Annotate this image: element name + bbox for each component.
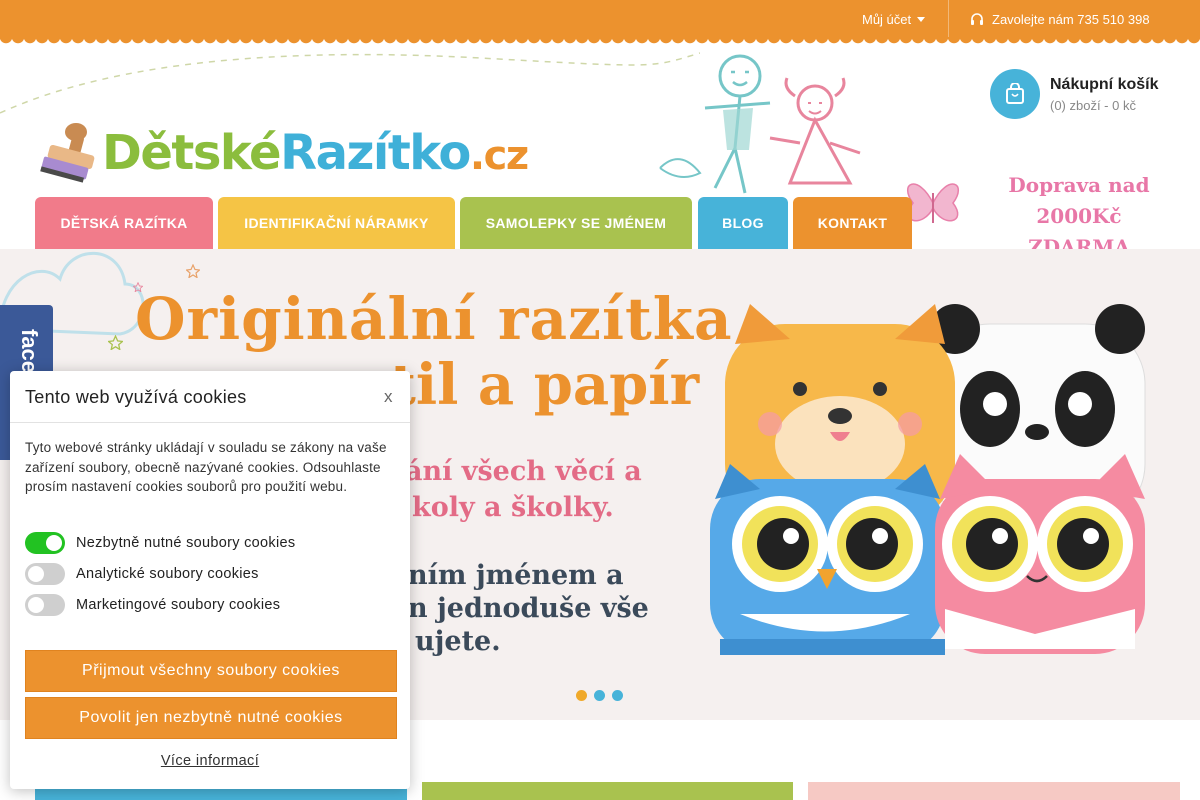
phone-contact[interactable]: Zavolejte nám 735 510 398 [970, 12, 1150, 27]
kids-drawing-illustration [659, 54, 861, 194]
slider-dot[interactable] [612, 690, 623, 701]
nav-item-label: KONTAKT [817, 215, 888, 231]
divider [948, 0, 949, 38]
close-button[interactable]: x [384, 387, 393, 407]
hero-text-line: koly a školky. [412, 492, 614, 523]
product-card[interactable] [808, 782, 1180, 800]
product-card[interactable] [422, 782, 793, 800]
cart-title: Nákupní košík [1050, 75, 1159, 93]
cart-badge [990, 69, 1040, 119]
animal-stamps-image [710, 304, 1146, 655]
cookie-option-marketing: Marketingové soubory cookies [25, 594, 280, 616]
logo-text: DětskéRazítko.cz [102, 129, 529, 179]
cookie-option-label: Analytické soubory cookies [76, 566, 259, 582]
nav-item-identifikacni-naramky[interactable]: IDENTIFIKAČNÍ NÁRAMKY [218, 197, 455, 249]
more-info-link[interactable]: Více informací [10, 753, 410, 769]
promo-line: Doprava nad 2000Kč [1008, 173, 1150, 228]
cookie-option-label: Nezbytně nutné soubory cookies [76, 535, 296, 551]
accept-necessary-cookies-button[interactable]: Povolit jen nezbytně nutné cookies [25, 697, 397, 739]
cart-text: Nákupní košík (0) zboží - 0 kč [1050, 76, 1158, 113]
caret-down-icon [917, 17, 926, 22]
headset-icon [971, 13, 983, 25]
hero-text-line: ání všech věcí a [405, 456, 642, 487]
hero-text-line: n jednoduše vše [408, 593, 649, 624]
star-icon [186, 264, 200, 278]
nav-item-blog[interactable]: BLOG [698, 197, 788, 249]
cookie-option-analytics: Analytické soubory cookies [25, 563, 259, 585]
nav-item-samolepky[interactable]: SAMOLEPKY SE JMÉNEM [460, 197, 692, 249]
phone-label: Zavolejte nám 735 510 398 [992, 12, 1150, 27]
account-label: Můj účet [862, 12, 912, 27]
slider-dot[interactable] [594, 690, 605, 701]
marketing-cookies-toggle[interactable] [25, 594, 65, 616]
nav-item-label: DĚTSKÁ RAZÍTKA [60, 215, 188, 231]
nav-item-label: BLOG [722, 215, 764, 231]
shopping-bag-icon [1006, 83, 1024, 104]
cookie-dialog-title: Tento web využívá cookies [25, 387, 247, 407]
star-icon [108, 335, 123, 350]
nav-item-label: SAMOLEPKY SE JMÉNEM [485, 215, 667, 231]
shopping-cart[interactable]: Nákupní košík (0) zboží - 0 kč [990, 69, 1158, 119]
cookie-dialog-header: Tento web využívá cookies x [10, 371, 410, 423]
stamp-logo-icon [40, 123, 95, 183]
hero-headline-line2: til a papír [390, 352, 700, 418]
slider-dots [576, 690, 623, 701]
accept-all-cookies-button[interactable]: Přijmout všechny soubory cookies [25, 650, 397, 692]
hero-subtext-pink: ání všech věcí a koly a školky. [405, 454, 642, 526]
hero-headline: Originální razítka [135, 285, 733, 353]
logo-text-part: Dětské [102, 125, 282, 181]
hero-text-line: ním jménem a [408, 560, 624, 591]
site-logo[interactable]: DětskéRazítko.cz [36, 120, 529, 186]
logo-text-part: Razítko [280, 125, 471, 181]
cookie-consent-dialog: Tento web využívá cookies x Tyto webové … [10, 371, 410, 789]
analytics-cookies-toggle[interactable] [25, 563, 65, 585]
nav-item-detska-razitka[interactable]: DĚTSKÁ RAZÍTKA [35, 197, 213, 249]
cookie-option-necessary: Nezbytně nutné soubory cookies [25, 532, 295, 554]
nav-item-kontakt[interactable]: KONTAKT [793, 197, 912, 249]
account-menu[interactable]: Můj účet [862, 12, 926, 27]
necessary-cookies-toggle[interactable] [25, 532, 65, 554]
slider-dot[interactable] [576, 690, 587, 701]
cookie-option-label: Marketingové soubory cookies [76, 597, 281, 613]
cart-summary: (0) zboží - 0 kč [1050, 97, 1136, 113]
cookie-description: Tyto webové stránky ukládají v souladu s… [25, 440, 387, 494]
nav-item-label: IDENTIFIKAČNÍ NÁRAMKY [244, 215, 429, 231]
hero-text-line: ujete. [415, 626, 501, 657]
logo-text-part: .cz [469, 133, 529, 179]
hero-subtext-dark: ním jménem a n jednoduše vše ujete. [408, 559, 649, 658]
top-bar: Můj účet Zavolejte nám 735 510 398 [0, 0, 1200, 45]
